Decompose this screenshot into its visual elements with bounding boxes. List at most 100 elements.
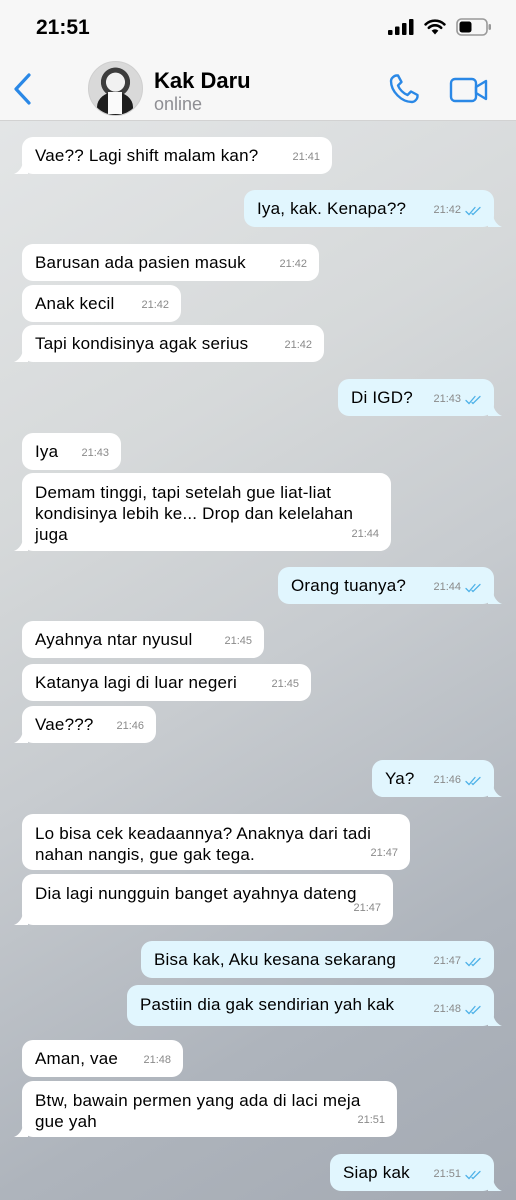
outgoing-message[interactable]: Ya? 21:46 — [372, 760, 502, 797]
message-text: Katanya lagi di luar negeri — [35, 673, 237, 692]
message-text: Anak kecil — [35, 294, 115, 313]
message-time: 21:47 — [353, 902, 381, 914]
message-meta: 21:41 — [292, 147, 320, 168]
message-time: 21:48 — [433, 1003, 461, 1015]
incoming-message[interactable]: Ayahnya ntar nyusul 21:45 — [22, 621, 264, 658]
message-time: 21:47 — [370, 847, 398, 859]
bubble-tail — [14, 1123, 28, 1137]
message-time: 21:44 — [351, 528, 379, 540]
back-chevron-icon[interactable] — [10, 72, 36, 106]
message-meta: 21:48 — [433, 999, 482, 1020]
incoming-message[interactable]: Dia lagi nungguin banget ayahnya dateng 2… — [14, 874, 393, 925]
message-text: Iya, kak. Kenapa?? — [257, 199, 407, 218]
message-meta: 21:47 — [370, 843, 398, 864]
message-meta: 21:42 — [433, 200, 482, 221]
incoming-message[interactable]: Iya 21:43 — [22, 433, 121, 470]
outgoing-message[interactable]: Bisa kak, Aku kesana sekarang 21:47 — [141, 941, 494, 978]
message-meta: 21:42 — [279, 254, 307, 275]
message-text: Siap kak — [343, 1163, 410, 1182]
bubble-tail — [488, 1177, 502, 1191]
battery-icon — [456, 18, 491, 36]
bubble-tail — [14, 160, 28, 174]
bubble-tail — [488, 783, 502, 797]
wifi-icon — [424, 19, 446, 35]
message-time: 21:44 — [433, 581, 461, 593]
double-check-icon — [465, 1005, 481, 1014]
message-text: Orang tuanya? — [291, 576, 407, 595]
message-text: Ya? — [385, 769, 415, 788]
message-time: 21:41 — [292, 151, 320, 163]
message-text: Tapi kondisinya agak serius — [35, 334, 249, 353]
incoming-message[interactable]: Aman, vae 21:48 — [22, 1040, 183, 1077]
incoming-message[interactable]: Katanya lagi di luar negeri 21:45 — [22, 664, 311, 701]
incoming-message[interactable]: Vae??? 21:46 — [14, 706, 156, 743]
message-time: 21:51 — [357, 1114, 385, 1126]
incoming-message[interactable]: Tapi kondisinya agak serius 21:42 — [14, 325, 324, 362]
message-time: 21:51 — [433, 1168, 461, 1180]
message-text: Lo bisa cek keadaannya? Anaknya dari tad… — [35, 824, 377, 864]
outgoing-message[interactable]: Iya, kak. Kenapa?? 21:42 — [244, 190, 502, 227]
message-meta: 21:46 — [116, 716, 144, 737]
incoming-message[interactable]: Barusan ada pasien masuk 21:42 — [22, 244, 319, 281]
message-time: 21:42 — [433, 204, 461, 216]
message-meta: 21:51 — [357, 1110, 385, 1131]
bubble-tail — [488, 402, 502, 416]
phone-icon[interactable] — [387, 72, 421, 106]
message-meta: 21:42 — [284, 335, 312, 356]
bubble-tail — [488, 590, 502, 604]
bubble-tail — [14, 911, 28, 925]
message-text: Barusan ada pasien masuk — [35, 253, 246, 272]
incoming-message[interactable]: Btw, bawain permen yang ada di laci meja… — [14, 1081, 397, 1137]
outgoing-message[interactable]: Pastiin dia gak sendirian yah kak 21:48 — [127, 985, 502, 1026]
double-check-icon — [465, 1170, 481, 1179]
contact-status: online — [154, 94, 203, 114]
message-text: Pastiin dia gak sendirian yah kak — [140, 995, 395, 1014]
message-text: Demam tinggi, tapi setelah gue liat-liat… — [35, 483, 359, 544]
double-check-icon — [465, 395, 481, 404]
incoming-message[interactable]: Lo bisa cek keadaannya? Anaknya dari tad… — [22, 814, 410, 870]
video-camera-icon[interactable] — [449, 76, 489, 104]
status-bar-icons — [388, 18, 492, 36]
contact-name[interactable]: Kak Daru — [154, 68, 251, 94]
message-time: 21:42 — [279, 258, 307, 270]
message-meta: 21:46 — [433, 770, 482, 791]
double-check-icon — [465, 583, 481, 592]
incoming-message[interactable]: Vae?? Lagi shift malam kan? 21:41 — [14, 137, 332, 174]
message-text: Ayahnya ntar nyusul — [35, 630, 193, 649]
outgoing-message[interactable]: Di IGD? 21:43 — [338, 379, 502, 416]
double-check-icon — [465, 206, 481, 215]
outgoing-message[interactable]: Orang tuanya? 21:44 — [278, 567, 502, 604]
status-bar-time: 21:51 — [36, 16, 90, 39]
message-time: 21:45 — [224, 635, 252, 647]
message-meta: 21:42 — [141, 295, 169, 316]
message-meta: 21:47 — [353, 898, 381, 919]
message-meta: 21:51 — [433, 1164, 482, 1185]
chat-header: 21:51 Kak Daru online — [0, 0, 516, 121]
message-text: Vae?? Lagi shift malam kan? — [35, 146, 259, 165]
message-time: 21:46 — [433, 774, 461, 786]
message-time: 21:48 — [143, 1054, 171, 1066]
contact-avatar[interactable] — [88, 61, 143, 116]
message-text: Bisa kak, Aku kesana sekarang — [154, 950, 397, 969]
message-text: Btw, bawain permen yang ada di laci meja… — [35, 1091, 366, 1131]
incoming-message[interactable]: Demam tinggi, tapi setelah gue liat-liat… — [14, 473, 391, 551]
bubble-tail — [14, 348, 28, 362]
message-meta: 21:43 — [433, 389, 482, 410]
message-time: 21:43 — [433, 393, 461, 405]
outgoing-message[interactable]: Siap kak 21:51 — [330, 1154, 502, 1191]
signal-icon — [388, 19, 414, 35]
double-check-icon — [465, 957, 481, 966]
bubble-tail — [14, 537, 28, 551]
message-time: 21:43 — [81, 447, 109, 459]
message-text: Dia lagi nungguin banget ayahnya dateng — [35, 884, 357, 903]
message-meta: 21:44 — [351, 524, 379, 545]
message-time: 21:47 — [433, 955, 461, 967]
incoming-message[interactable]: Anak kecil 21:42 — [22, 285, 181, 322]
message-text: Vae??? — [35, 715, 94, 734]
double-check-icon — [465, 776, 481, 785]
message-time: 21:42 — [141, 299, 169, 311]
message-meta: 21:47 — [433, 951, 482, 972]
message-text: Di IGD? — [351, 388, 413, 407]
message-time: 21:46 — [116, 720, 144, 732]
message-text: Aman, vae — [35, 1049, 119, 1068]
